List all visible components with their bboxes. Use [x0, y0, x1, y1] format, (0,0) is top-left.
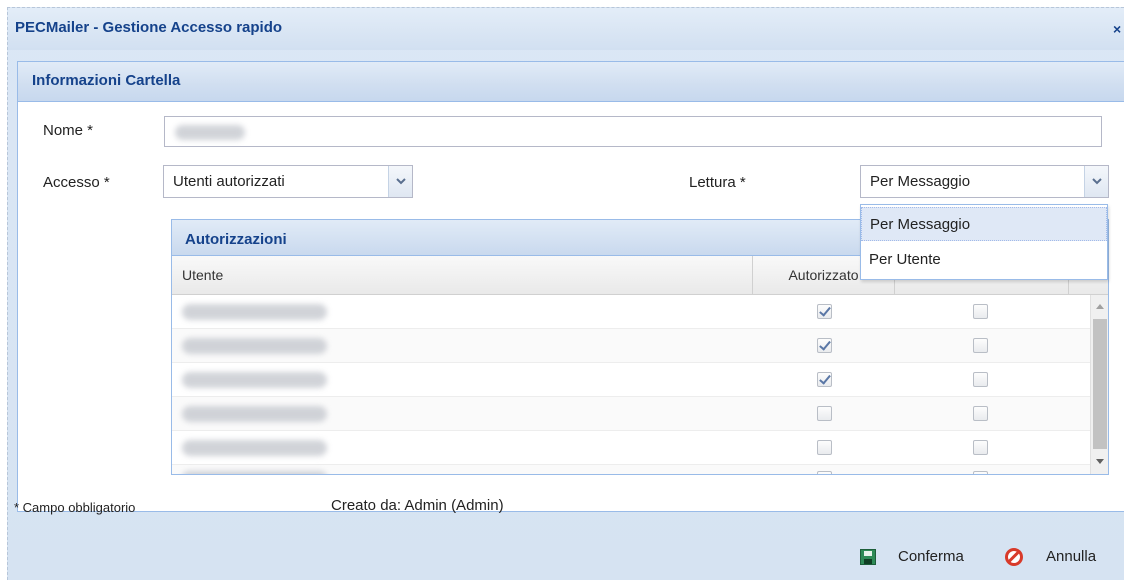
redacted-user — [182, 406, 327, 422]
grid-title: Autorizzazioni — [185, 231, 287, 248]
close-icon[interactable]: × — [1113, 20, 1124, 38]
table-row[interactable] — [172, 363, 1090, 397]
created-by-label: Creato da: Admin (Admin) — [331, 497, 504, 514]
autorizzato-checkbox[interactable] — [817, 338, 832, 353]
accesso-label: Accesso * — [43, 174, 110, 191]
lettura-value: Per Messaggio — [870, 173, 971, 190]
folder-info-panel-title: Informazioni Cartella — [32, 72, 181, 89]
cancel-button-label: Annulla — [1046, 548, 1097, 565]
lettura-label: Lettura * — [689, 174, 746, 191]
autorizzato-checkbox[interactable] — [817, 372, 832, 387]
confirm-button[interactable]: Conferma — [856, 545, 981, 571]
redacted-user — [182, 471, 327, 474]
dialog-title: PECMailer - Gestione Accesso rapido — [15, 19, 283, 36]
autorizzato-checkbox[interactable] — [817, 304, 832, 319]
solo-versamento-checkbox[interactable] — [973, 338, 988, 353]
scroll-up-icon[interactable] — [1096, 304, 1104, 309]
redacted-user — [182, 440, 327, 456]
grid-scrollbar[interactable] — [1090, 295, 1108, 474]
accesso-value: Utenti autorizzati — [173, 173, 285, 190]
lettura-trigger[interactable] — [1084, 166, 1108, 197]
required-field-note: * Campo obbligatorio — [14, 500, 136, 515]
scrollbar-thumb[interactable] — [1093, 319, 1107, 449]
redacted-value — [175, 125, 245, 140]
autorizzato-checkbox[interactable] — [817, 406, 832, 421]
dialog-window: PECMailer - Gestione Accesso rapido × In… — [7, 7, 1124, 580]
solo-versamento-checkbox[interactable] — [973, 440, 988, 455]
dropdown-option-per-utente[interactable]: Per Utente — [861, 243, 1107, 277]
redacted-user — [182, 304, 327, 320]
table-row[interactable] — [172, 295, 1090, 329]
autorizzato-checkbox[interactable] — [817, 471, 832, 474]
accesso-trigger[interactable] — [388, 166, 412, 197]
save-icon — [860, 549, 876, 565]
table-row[interactable] — [172, 431, 1090, 465]
solo-versamento-checkbox[interactable] — [973, 304, 988, 319]
solo-versamento-checkbox[interactable] — [973, 471, 988, 474]
cancel-button[interactable]: Annulla — [1001, 545, 1111, 571]
scroll-down-icon[interactable] — [1096, 459, 1104, 464]
table-row[interactable] — [172, 329, 1090, 363]
cancel-icon — [1005, 548, 1023, 566]
lettura-dropdown-list: Per Messaggio Per Utente — [860, 204, 1108, 280]
solo-versamento-checkbox[interactable] — [973, 406, 988, 421]
solo-versamento-checkbox[interactable] — [973, 372, 988, 387]
chevron-down-icon — [396, 178, 406, 185]
redacted-user — [182, 338, 327, 354]
autorizzato-checkbox[interactable] — [817, 440, 832, 455]
nome-input[interactable] — [164, 116, 1102, 147]
table-row[interactable] — [172, 397, 1090, 431]
confirm-button-label: Conferma — [898, 548, 964, 565]
table-row[interactable] — [172, 465, 1090, 474]
dropdown-option-per-messaggio[interactable]: Per Messaggio — [861, 207, 1107, 241]
accesso-select[interactable]: Utenti autorizzati — [163, 165, 413, 198]
chevron-down-icon — [1092, 178, 1102, 185]
redacted-user — [182, 372, 327, 388]
dialog-titlebar[interactable]: PECMailer - Gestione Accesso rapido × — [8, 8, 1124, 50]
nome-label: Nome * — [43, 122, 94, 139]
column-header-utente[interactable]: Utente — [172, 256, 753, 295]
lettura-select[interactable]: Per Messaggio — [860, 165, 1109, 198]
folder-info-panel-header: Informazioni Cartella — [18, 62, 1124, 102]
